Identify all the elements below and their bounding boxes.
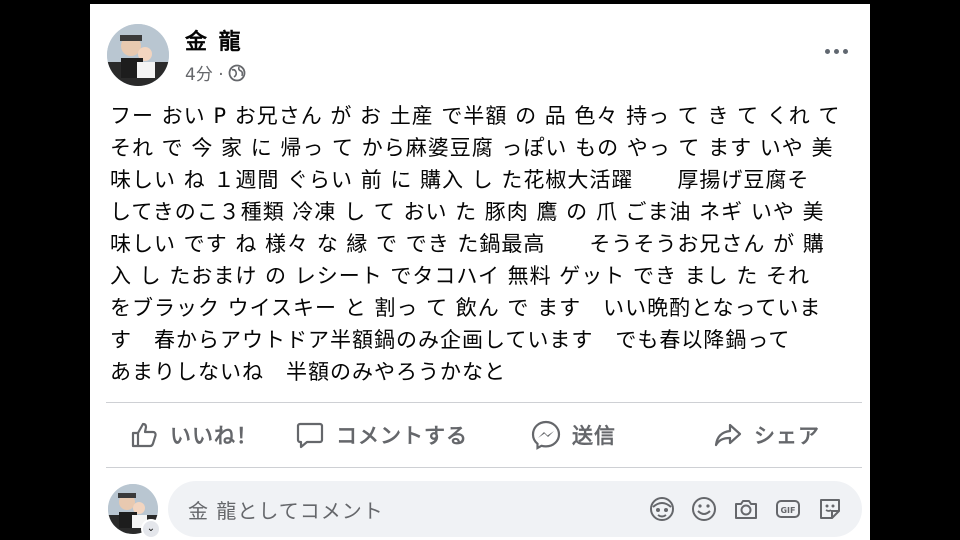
post-card: 金 龍 4分 · フー おい P お兄さん が お 土産 で半額 の 品 色々 … <box>90 4 870 540</box>
post-actions: いいね！ コメントする 送信 シェア <box>106 406 862 464</box>
svg-text:GIF: GIF <box>780 506 795 515</box>
author-avatar[interactable] <box>107 24 169 86</box>
like-button[interactable]: いいね！ <box>128 406 258 464</box>
post-time[interactable]: 4分 · <box>185 60 224 85</box>
share-icon <box>714 423 742 447</box>
comment-placeholder: 金 龍としてコメント <box>188 499 384 523</box>
thumbs-up-icon <box>131 422 157 448</box>
avatar-sticker-icon[interactable] <box>648 495 676 523</box>
comment-input[interactable]: 金 龍としてコメント GIF <box>168 481 862 537</box>
more-options-icon[interactable] <box>820 40 852 62</box>
post-text: フー おい P お兄さん が お 土産 で半額 の 品 色々 持っ て き て … <box>110 104 841 384</box>
like-label: いいね！ <box>170 424 258 448</box>
share-button[interactable]: シェア <box>712 406 820 464</box>
chevron-down-icon[interactable]: ⌄ <box>141 519 161 539</box>
comment-button[interactable]: コメントする <box>294 406 468 464</box>
camera-icon[interactable] <box>732 495 760 523</box>
share-label: シェア <box>754 424 820 448</box>
author-name[interactable]: 金 龍 <box>185 24 243 56</box>
gif-icon[interactable]: GIF <box>774 495 802 523</box>
comment-tools: GIF <box>648 495 844 523</box>
divider <box>106 402 862 403</box>
send-label: 送信 <box>572 424 616 448</box>
sticker-icon[interactable] <box>816 495 844 523</box>
divider <box>106 467 862 468</box>
send-button[interactable]: 送信 <box>530 406 616 464</box>
emoji-icon[interactable] <box>690 495 718 523</box>
messenger-icon <box>531 420 561 450</box>
comment-icon <box>296 422 324 449</box>
globe-icon <box>228 64 246 82</box>
comment-label: コメントする <box>336 424 468 448</box>
post-meta: 4分 · <box>185 60 246 85</box>
